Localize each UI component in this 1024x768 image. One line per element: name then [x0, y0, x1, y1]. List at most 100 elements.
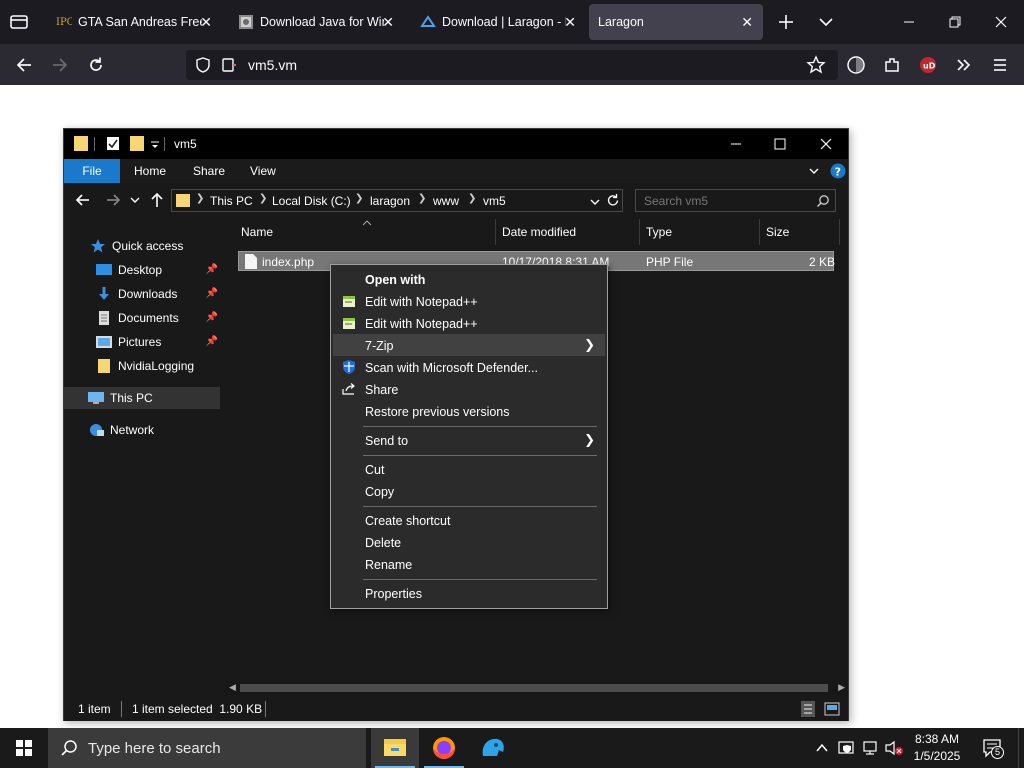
sidebar-item-network[interactable]: Network	[64, 419, 220, 441]
tab-java[interactable]: Download Java for Win ✕	[226, 4, 404, 40]
menu-item-7zip[interactable]: 7-Zip ❯	[333, 334, 605, 356]
taskbar-file-explorer[interactable]	[371, 728, 419, 768]
forward-arrow-icon[interactable]	[104, 191, 122, 209]
tab-laragon[interactable]: Laragon ✕	[589, 4, 763, 40]
breadcrumb-chevron-icon[interactable]: ❯	[468, 193, 476, 204]
column-header-type[interactable]: Type	[640, 219, 760, 245]
scrollbar-thumb[interactable]	[240, 684, 828, 692]
properties-check-icon[interactable]	[106, 136, 120, 151]
tab-file[interactable]: File	[64, 159, 120, 183]
menu-item-cut[interactable]: Cut	[333, 458, 605, 480]
refresh-icon[interactable]	[606, 193, 620, 208]
sidebar-item-documents[interactable]: Documents 📌	[64, 307, 220, 329]
tab-list-icon[interactable]	[8, 12, 30, 32]
network-tray-icon[interactable]	[862, 740, 880, 756]
menu-item-scan-defender[interactable]: Scan with Microsoft Defender...	[333, 356, 605, 378]
menu-item-open-with[interactable]: Open with	[333, 268, 605, 290]
back-arrow-icon[interactable]	[74, 191, 92, 209]
show-desktop-button[interactable]	[1018, 728, 1024, 768]
breadcrumb-vm5[interactable]: vm5	[483, 194, 506, 208]
scroll-right-icon[interactable]: ▶	[838, 682, 845, 693]
up-arrow-icon[interactable]	[148, 191, 166, 209]
tab-home[interactable]: Home	[124, 159, 176, 183]
tab-laragon-download[interactable]: Download | Laragon - P ✕	[408, 4, 586, 40]
sidebar-item-this-pc[interactable]: This PC	[64, 387, 220, 409]
extensions-icon[interactable]	[879, 52, 905, 78]
sidebar-item-quick-access[interactable]: Quick access	[64, 235, 220, 257]
horizontal-scrollbar[interactable]: ◀ ▶	[226, 681, 848, 695]
close-icon[interactable]: ✕	[382, 14, 394, 31]
sidebar-item-downloads[interactable]: Downloads 📌	[64, 283, 220, 305]
menu-item-delete[interactable]: Delete	[333, 531, 605, 553]
breadcrumb[interactable]: ❯ This PC ❯ Local Disk (C:) ❯ laragon ❯ …	[171, 189, 623, 212]
menu-item-share[interactable]: Share	[333, 378, 605, 400]
show-hidden-icons-chevron-icon[interactable]	[814, 740, 830, 756]
menu-item-create-shortcut[interactable]: Create shortcut	[333, 509, 605, 531]
sidebar-item-nvidialogging[interactable]: NvidiaLogging	[64, 355, 220, 377]
taskbar-search-input[interactable]: Type here to search	[48, 728, 366, 768]
search-input[interactable]: Search vm5	[635, 189, 836, 212]
back-button[interactable]	[11, 52, 37, 78]
pin-icon[interactable]: 📌	[206, 336, 218, 347]
menu-item-restore-previous-versions[interactable]: Restore previous versions	[333, 400, 605, 422]
scroll-left-icon[interactable]: ◀	[229, 682, 236, 693]
hamburger-menu-icon[interactable]	[987, 52, 1013, 78]
url-text[interactable]: vm5.vm	[248, 57, 297, 73]
large-icons-view-icon[interactable]	[824, 701, 840, 717]
sidebar-item-desktop[interactable]: Desktop 📌	[64, 259, 220, 281]
close-window-button[interactable]	[978, 0, 1024, 44]
forward-button[interactable]	[47, 52, 73, 78]
reload-button[interactable]	[83, 52, 109, 78]
minimize-button[interactable]	[724, 129, 748, 159]
new-folder-icon[interactable]	[130, 136, 144, 151]
start-button[interactable]	[0, 728, 48, 768]
address-dropdown-icon[interactable]	[590, 196, 600, 206]
breadcrumb-laragon[interactable]: laragon	[370, 194, 410, 208]
tab-view[interactable]: View	[240, 159, 286, 183]
sidebar-item-pictures[interactable]: Pictures 📌	[64, 331, 220, 353]
volume-muted-icon[interactable]	[884, 740, 904, 756]
tracking-protection-icon[interactable]	[194, 56, 212, 74]
tab-share[interactable]: Share	[183, 159, 235, 183]
address-bar[interactable]: vm5.vm	[186, 50, 838, 80]
ublock-icon[interactable]: uD	[915, 52, 941, 78]
close-icon[interactable]: ✕	[741, 14, 753, 31]
notification-center-icon[interactable]: 5	[982, 738, 1004, 759]
page-info-icon[interactable]	[220, 56, 238, 74]
customize-dropdown-icon[interactable]	[150, 139, 160, 149]
explorer-title-bar[interactable]: vm5	[64, 129, 848, 159]
new-tab-button[interactable]	[774, 10, 798, 34]
security-tray-icon[interactable]	[838, 740, 856, 756]
breadcrumb-chevron-icon[interactable]: ❯	[259, 193, 267, 204]
restore-button[interactable]	[932, 0, 978, 44]
pin-icon[interactable]: 📌	[206, 312, 218, 323]
bookmark-star-icon[interactable]	[806, 55, 826, 75]
minimize-button[interactable]	[886, 0, 932, 44]
expand-ribbon-icon[interactable]	[808, 165, 820, 177]
taskbar-laragon[interactable]	[469, 728, 517, 768]
pin-icon[interactable]: 📌	[206, 264, 218, 275]
breadcrumb-www[interactable]: www	[433, 194, 459, 208]
close-icon[interactable]: ✕	[564, 14, 576, 31]
tab-gta[interactable]: IPC GTA San Andreas Free D ✕	[44, 4, 222, 40]
overflow-chevron-icon[interactable]	[951, 52, 977, 78]
menu-item-rename[interactable]: Rename	[333, 553, 605, 575]
chevron-down-icon[interactable]	[814, 10, 838, 34]
maximize-button[interactable]	[768, 129, 792, 159]
menu-item-properties[interactable]: Properties	[333, 582, 605, 604]
breadcrumb-chevron-icon[interactable]: ❯	[196, 193, 204, 204]
breadcrumb-chevron-icon[interactable]: ❯	[355, 193, 363, 204]
help-icon[interactable]: ?	[830, 163, 846, 179]
details-view-icon[interactable]	[801, 701, 815, 717]
close-icon[interactable]: ✕	[200, 14, 212, 31]
breadcrumb-this-pc[interactable]: This PC	[210, 194, 253, 208]
menu-item-copy[interactable]: Copy	[333, 480, 605, 502]
column-header-size[interactable]: Size	[760, 219, 840, 245]
taskbar-firefox[interactable]	[420, 728, 468, 768]
breadcrumb-chevron-icon[interactable]: ❯	[418, 193, 426, 204]
column-header-name[interactable]: Name	[235, 219, 496, 245]
pin-icon[interactable]: 📌	[206, 288, 218, 299]
menu-item-send-to[interactable]: Send to ❯	[333, 429, 605, 451]
column-header-date-modified[interactable]: Date modified	[496, 219, 640, 245]
menu-item-edit-notepadpp-1[interactable]: Edit with Notepad++	[333, 290, 605, 312]
